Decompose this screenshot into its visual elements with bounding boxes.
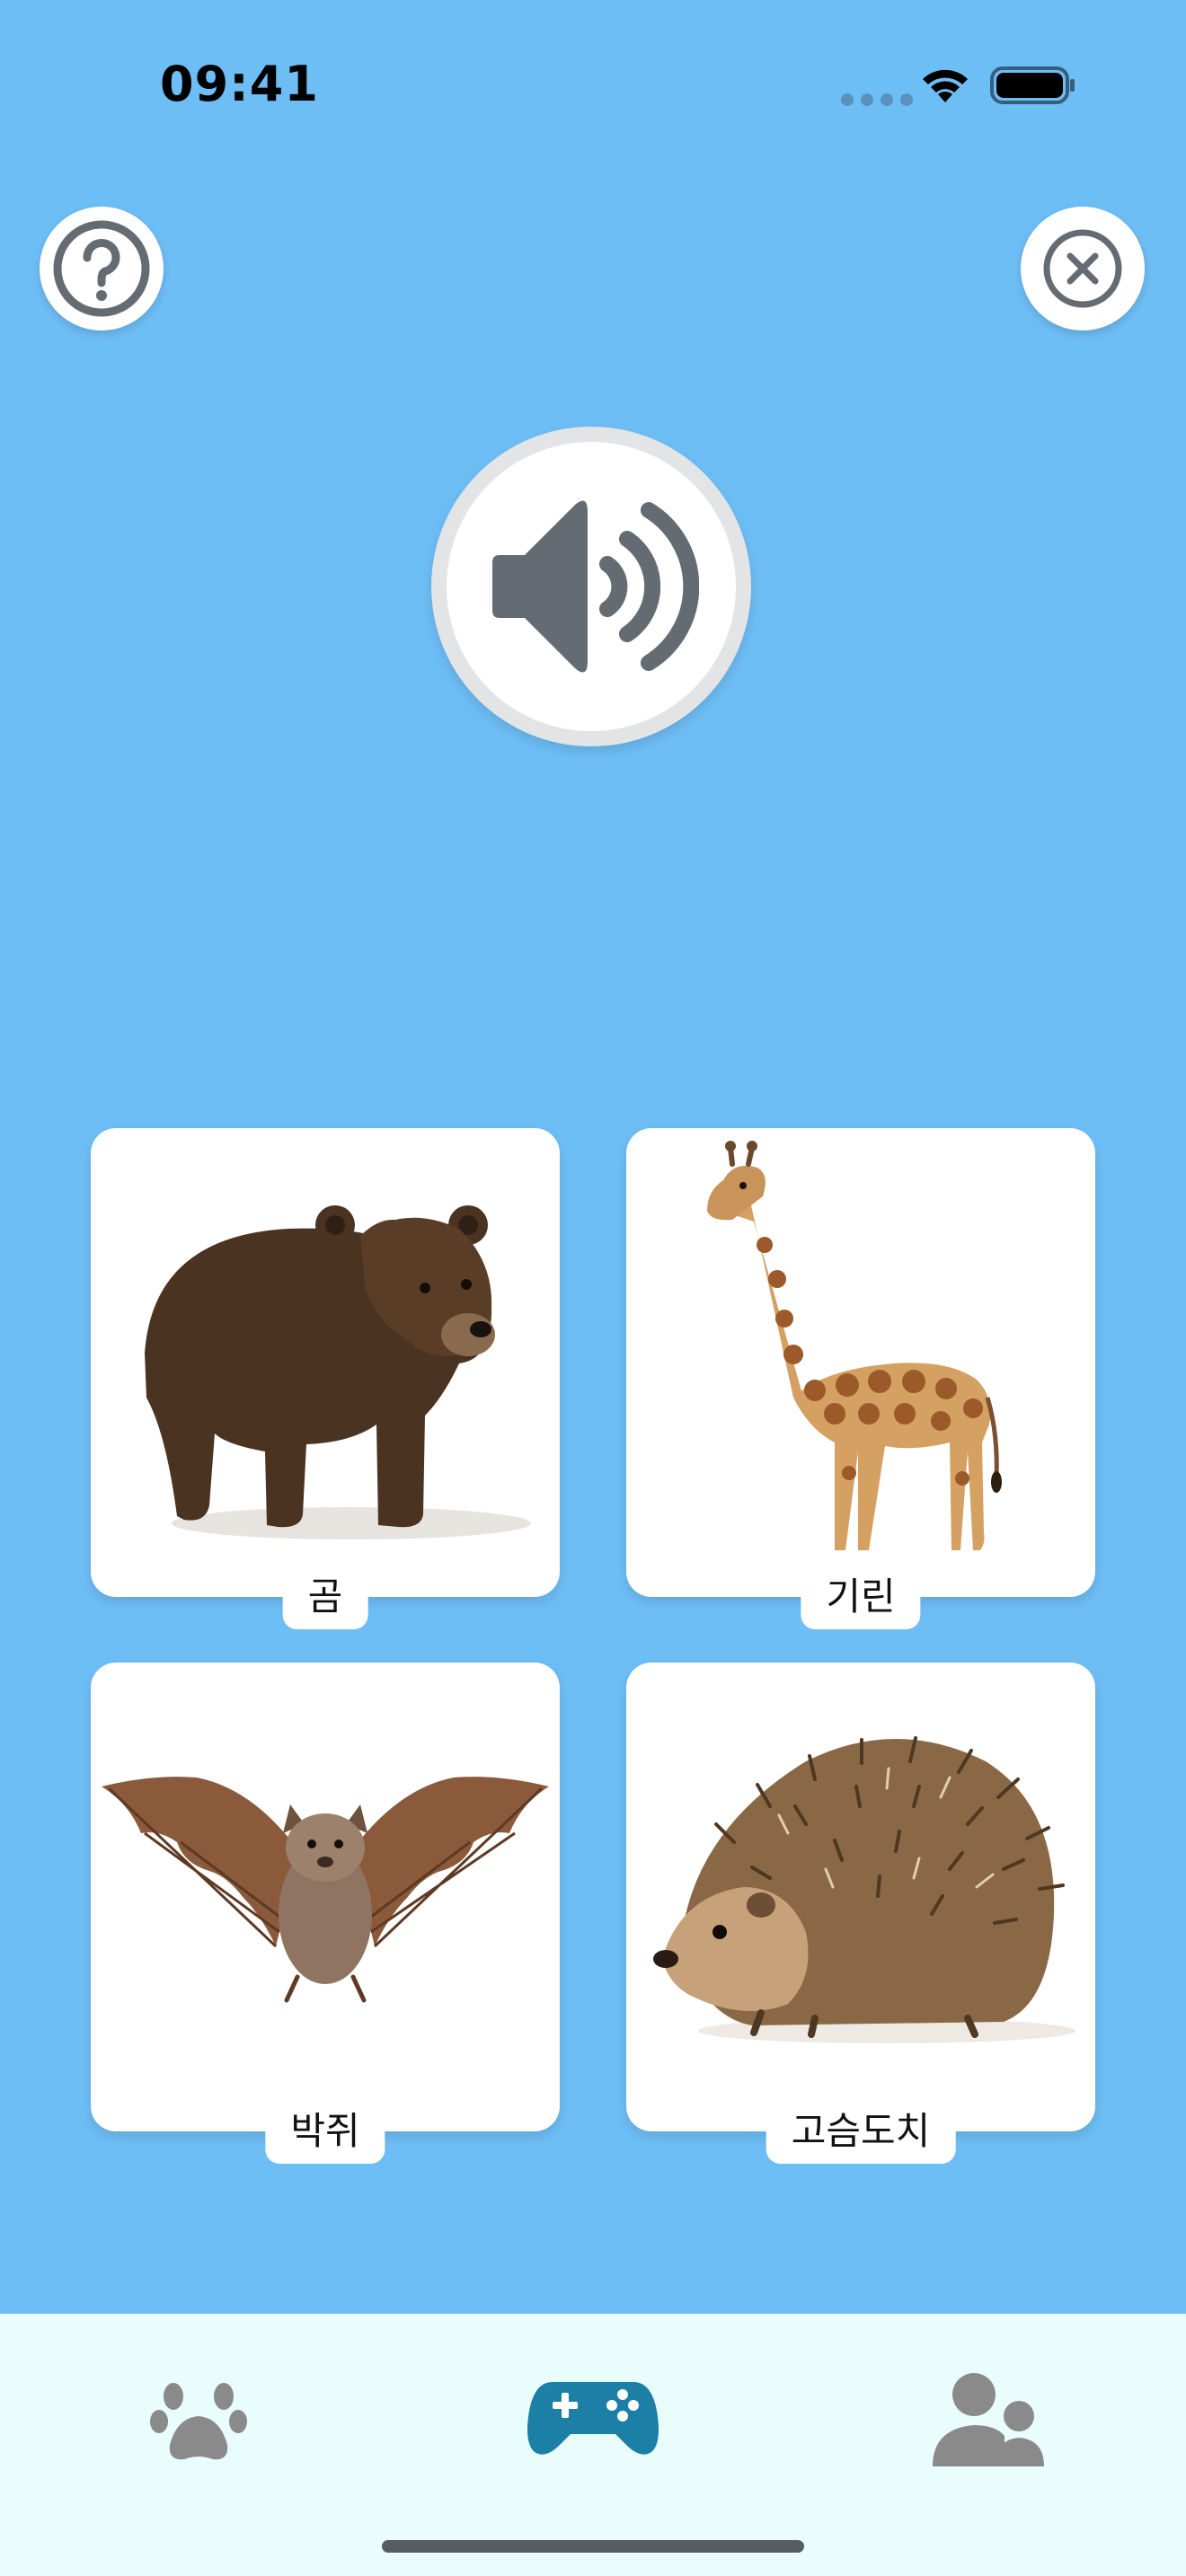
play-sound-button-face	[447, 442, 736, 731]
speaker-volume-icon	[492, 500, 699, 673]
answer-card-hedgehog[interactable]: 고슴도치	[626, 1663, 1095, 2164]
tab-animals[interactable]	[118, 2355, 279, 2481]
help-button[interactable]	[40, 207, 164, 331]
battery-icon	[990, 66, 1075, 104]
wifi-icon	[923, 69, 968, 102]
answer-card-giraffe[interactable]: 기린	[626, 1128, 1095, 1629]
answer-card-bat[interactable]: 박쥐	[91, 1663, 560, 2164]
status-time: 09:41	[160, 56, 319, 112]
bear-image	[145, 1205, 531, 1539]
close-button[interactable]	[1021, 207, 1145, 331]
gamepad-icon	[527, 2382, 659, 2455]
bat-image	[102, 1777, 549, 2003]
status-bar: 09:41	[0, 0, 1186, 180]
tab-profile[interactable]	[907, 2355, 1069, 2481]
cellular-dots-icon	[841, 93, 913, 106]
tab-game[interactable]	[512, 2355, 674, 2481]
hedgehog-image	[653, 1736, 1075, 2043]
users-icon	[933, 2373, 1044, 2466]
giraffe-image	[707, 1141, 1002, 1550]
card-label: 기린	[801, 1565, 921, 1629]
answer-card-bear[interactable]: 곰	[91, 1128, 560, 1629]
tab-bar	[0, 2314, 1186, 2576]
paw-icon	[150, 2383, 247, 2460]
play-sound-button[interactable]	[431, 427, 751, 746]
card-label: 고슴도치	[766, 2099, 956, 2164]
close-circle-icon	[1043, 229, 1122, 308]
question-circle-icon	[53, 220, 150, 317]
card-label: 박쥐	[265, 2099, 385, 2164]
home-indicator	[382, 2540, 804, 2553]
card-label: 곰	[282, 1565, 368, 1629]
